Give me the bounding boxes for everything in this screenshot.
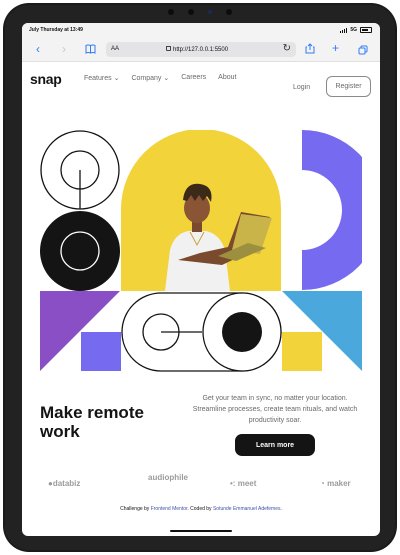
nav-features[interactable]: Features ⌄ [84, 74, 119, 82]
meet-icon: •: [230, 479, 236, 488]
violet-square [81, 332, 121, 371]
chevron-down-icon: ⌄ [113, 75, 120, 82]
attribution-text: . Coded by [187, 506, 213, 512]
nav-careers[interactable]: Careers [181, 74, 206, 82]
author-link[interactable]: Sotunde Emmanuel Adefemes [213, 506, 281, 512]
client-name: databiz [52, 479, 81, 488]
url-text: http://127.0.0.1:5500 [166, 46, 228, 53]
hero-illustration [40, 130, 362, 372]
status-time: July Thursday at 13:49 [29, 27, 83, 33]
browser-toolbar: ‹ › AA http://127.0.0.1:5500 ↻ + [22, 39, 380, 62]
reload-icon[interactable]: ↻ [283, 43, 291, 54]
lock-icon [166, 46, 171, 51]
maker-icon: ◔ [320, 479, 325, 488]
url-value: http://127.0.0.1:5500 [173, 47, 229, 53]
screen: July Thursday at 13:49 5G ‹ › AA http://… [22, 23, 380, 536]
register-button[interactable]: Register [326, 76, 371, 97]
sensor-dot [188, 9, 194, 15]
forward-icon[interactable]: › [62, 42, 66, 56]
attribution-text: . [280, 506, 282, 512]
address-bar[interactable]: AA http://127.0.0.1:5500 ↻ [106, 42, 296, 57]
nav-about[interactable]: About [218, 74, 236, 82]
client-name: maker [327, 479, 351, 488]
nav-company[interactable]: Company ⌄ [131, 74, 169, 82]
back-icon[interactable]: ‹ [36, 42, 40, 56]
network-label: 5G [350, 27, 357, 33]
black-circle [40, 211, 120, 291]
yellow-square [282, 332, 322, 371]
client-databiz: ●databiz [48, 479, 80, 488]
learn-more-button[interactable]: Learn more [235, 434, 315, 456]
client-name: meet [237, 479, 257, 488]
frontend-mentor-link[interactable]: Frontend Mentor [151, 506, 188, 512]
website: snap Features ⌄ Company ⌄ Careers About … [22, 62, 380, 536]
sensor-dot [226, 9, 232, 15]
hero-description: Get your team in sync, no matter your lo… [192, 395, 358, 424]
status-indicators: 5G [340, 27, 372, 33]
camera-lens [208, 10, 212, 14]
attribution-text: Challenge by [120, 506, 151, 512]
status-bar: July Thursday at 13:49 5G [22, 23, 380, 39]
login-link[interactable]: Login [293, 84, 310, 91]
home-indicator[interactable] [170, 530, 232, 532]
bookmarks-icon[interactable] [85, 43, 96, 57]
chevron-down-icon: ⌄ [163, 75, 170, 82]
client-maker: ◔ maker [320, 479, 351, 488]
tabs-icon[interactable] [358, 44, 368, 58]
nav-label: Features [84, 75, 112, 82]
client-meet: •: meet [230, 479, 256, 488]
sensor-dot [168, 9, 174, 15]
site-logo[interactable]: snap [30, 71, 62, 87]
camera-bar [160, 7, 240, 17]
signal-icon [340, 27, 348, 33]
main-nav: Features ⌄ Company ⌄ Careers About [84, 74, 236, 82]
nav-label: Company [131, 75, 162, 82]
black-dot [222, 312, 262, 352]
page-title: Make remote work [40, 403, 144, 441]
client-audiophile: audiophile [148, 473, 188, 482]
new-tab-icon[interactable]: + [332, 41, 339, 55]
attribution: Challenge by Frontend Mentor. Coded by S… [22, 506, 380, 512]
battery-icon [360, 27, 372, 33]
share-icon[interactable] [305, 43, 315, 57]
text-size-button[interactable]: AA [111, 46, 119, 52]
